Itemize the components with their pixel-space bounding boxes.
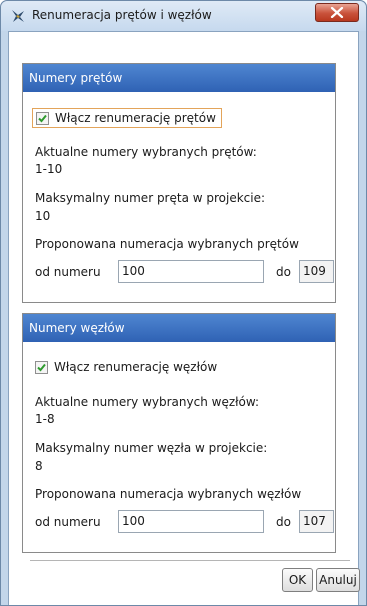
close-icon — [330, 7, 344, 18]
nodes-panel-header: Numery węzłów — [23, 314, 335, 342]
app-icon — [10, 8, 26, 24]
bars-max-value: 10 — [35, 209, 51, 223]
bars-panel-header: Numery prętów — [23, 64, 335, 92]
ok-button[interactable]: OK — [282, 568, 313, 592]
checkmark-icon — [37, 363, 46, 371]
title-bar[interactable]: Renumeracja prętów i węzłów — [1, 1, 366, 31]
nodes-from-input[interactable]: 100 — [118, 510, 264, 533]
close-button[interactable] — [315, 3, 359, 22]
bars-current-value: 1-10 — [35, 162, 63, 176]
bars-enable-checkbox-row[interactable]: Włącz renumerację prętów — [32, 108, 222, 128]
bars-proposed-label: Proponowana numeracja wybranych prętów — [35, 237, 299, 251]
nodes-to-value: 107 — [299, 510, 334, 533]
nodes-from-label: od numeru — [35, 515, 101, 529]
nodes-enable-label: Włącz renumerację węzłów — [54, 360, 218, 374]
nodes-current-label: Aktualne numery wybranych węzłów: — [35, 395, 260, 409]
bars-from-label: od numeru — [35, 265, 101, 279]
bars-enable-checkbox[interactable] — [36, 111, 49, 125]
nodes-max-value: 8 — [35, 459, 43, 473]
bars-enable-label: Włącz renumerację prętów — [55, 111, 216, 125]
bars-max-label: Maksymalny numer pręta w projekcie: — [35, 191, 266, 205]
bars-current-label: Aktualne numery wybranych prętów: — [35, 145, 257, 159]
nodes-to-label: do — [276, 515, 291, 529]
bars-to-label: do — [276, 265, 291, 279]
button-separator — [30, 560, 350, 561]
nodes-max-label: Maksymalny numer węzła w projekcie: — [35, 441, 268, 455]
bars-from-input[interactable]: 100 — [118, 260, 264, 283]
cancel-button[interactable]: Anuluj — [316, 568, 360, 592]
checkmark-icon — [38, 114, 47, 122]
dialog-window: Renumeracja prętów i węzłów Numery prętó… — [0, 0, 367, 606]
nodes-current-value: 1-8 — [35, 412, 55, 426]
window-title: Renumeracja prętów i węzłów — [32, 8, 212, 22]
bars-to-value: 109 — [299, 260, 334, 283]
nodes-enable-checkbox[interactable] — [35, 360, 48, 374]
nodes-proposed-label: Proponowana numeracja wybranych węzłów — [35, 487, 302, 501]
nodes-enable-checkbox-row[interactable]: Włącz renumerację węzłów — [32, 358, 222, 376]
nodes-panel: Numery węzłów Włącz renumerację węzłów A… — [22, 313, 336, 553]
bars-panel: Numery prętów Włącz renumerację prętów A… — [22, 63, 336, 303]
